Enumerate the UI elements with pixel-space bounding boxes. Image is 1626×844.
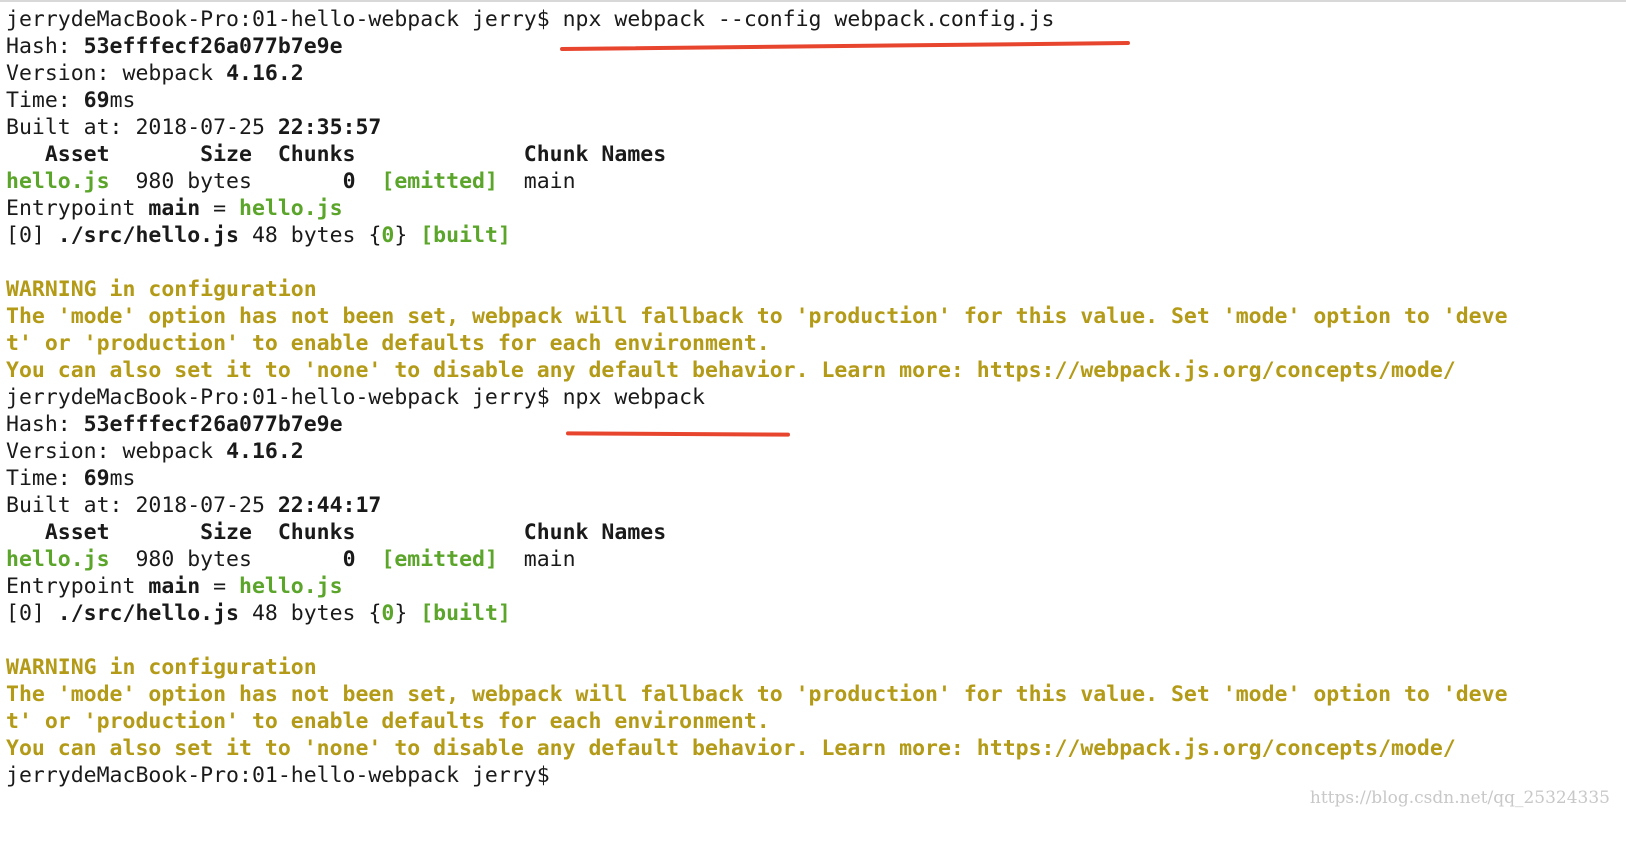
- entrypoint-line: Entrypoint main = hello.js: [6, 573, 1626, 600]
- built-at-label: Built at: 2018-07-25: [6, 493, 278, 518]
- built-at-line: Built at: 2018-07-25 22:35:57: [6, 114, 1626, 141]
- built-at-label: Built at: 2018-07-25: [6, 115, 278, 140]
- built-at-time: 22:44:17: [277, 493, 382, 518]
- time-value: 69: [83, 88, 110, 113]
- entrypoint-main: main: [148, 196, 201, 221]
- shell-prompt: jerrydeMacBook-Pro:01-hello-webpack jerr…: [6, 385, 550, 410]
- time-line: Time: 69ms: [6, 465, 1626, 492]
- entrypoint-file: hello.js: [239, 196, 343, 221]
- warning-text-1: The 'mode' option has not been set, webp…: [6, 304, 1508, 329]
- built-at-time: 22:35:57: [277, 115, 382, 140]
- time-value: 69: [83, 466, 110, 491]
- entrypoint-main: main: [148, 574, 201, 599]
- module-chunk: 0: [381, 601, 395, 626]
- asset-table-header: Asset Size Chunks Chunk Names: [6, 142, 667, 167]
- hash-value: 53efffecf26a077b7e9e: [83, 34, 343, 59]
- asset-name: hello.js: [6, 169, 110, 194]
- warning-text-2: t' or 'production' to enable defaults fo…: [6, 331, 770, 356]
- module-close: }: [394, 601, 421, 626]
- command-line-2: jerrydeMacBook-Pro:01-hello-webpack jerr…: [6, 384, 1626, 411]
- asset-table-header: Asset Size Chunks Chunk Names: [6, 520, 667, 545]
- module-size: 48 bytes {: [239, 601, 382, 626]
- asset-chunk: 0: [342, 547, 356, 572]
- command-text: npx webpack --config webpack.config.js: [549, 7, 1055, 32]
- module-line: [0] ./src/hello.js 48 bytes {0} [built]: [6, 222, 1626, 249]
- command-line-1: jerrydeMacBook-Pro:01-hello-webpack jerr…: [6, 6, 1626, 33]
- module-path: ./src/hello.js: [57, 601, 239, 626]
- warning-text-1: The 'mode' option has not been set, webp…: [6, 682, 1508, 707]
- version-line: Version: webpack 4.16.2: [6, 438, 1626, 465]
- entrypoint-line: Entrypoint main = hello.js: [6, 195, 1626, 222]
- hash-label: Hash:: [6, 412, 84, 437]
- watermark-text: https://blog.csdn.net/qq_25324335: [1309, 788, 1610, 808]
- time-line: Time: 69ms: [6, 87, 1626, 114]
- command-line-3[interactable]: jerrydeMacBook-Pro:01-hello-webpack jerr…: [6, 762, 1626, 789]
- warning-text-3: You can also set it to 'none' to disable…: [6, 736, 1456, 761]
- entrypoint-equals: =: [200, 196, 240, 221]
- hash-value: 53efffecf26a077b7e9e: [83, 412, 343, 437]
- time-label: Time:: [6, 88, 84, 113]
- module-close: }: [394, 223, 421, 248]
- time-unit: ms: [109, 466, 136, 491]
- entrypoint-equals: =: [200, 574, 240, 599]
- warning-text-3: You can also set it to 'none' to disable…: [6, 358, 1456, 383]
- module-size: 48 bytes {: [239, 223, 382, 248]
- window-top-border: [0, 0, 1626, 2]
- command-text: npx webpack: [549, 385, 705, 410]
- asset-table-row: hello.js 980 bytes 0 [emitted] main: [6, 168, 1626, 195]
- asset-name: hello.js: [6, 547, 110, 572]
- chunk-name: main: [523, 547, 576, 572]
- warning-title: WARNING in configuration: [6, 277, 317, 302]
- entrypoint-label: Entrypoint: [6, 574, 149, 599]
- entrypoint-label: Entrypoint: [6, 196, 149, 221]
- module-line: [0] ./src/hello.js 48 bytes {0} [built]: [6, 600, 1626, 627]
- built-tag: [built]: [420, 601, 511, 626]
- time-label: Time:: [6, 466, 84, 491]
- emitted-tag: [emitted]: [381, 169, 498, 194]
- module-index: [0]: [6, 601, 58, 626]
- warning-text-2: t' or 'production' to enable defaults fo…: [6, 709, 770, 734]
- module-index: [0]: [6, 223, 58, 248]
- asset-table-row: hello.js 980 bytes 0 [emitted] main: [6, 546, 1626, 573]
- version-label: Version: webpack: [6, 61, 227, 86]
- hash-line: Hash: 53efffecf26a077b7e9e: [6, 411, 1626, 438]
- version-value: 4.16.2: [226, 439, 304, 464]
- module-path: ./src/hello.js: [57, 223, 239, 248]
- shell-prompt: jerrydeMacBook-Pro:01-hello-webpack jerr…: [6, 763, 550, 788]
- hash-label: Hash:: [6, 34, 84, 59]
- built-tag: [built]: [420, 223, 511, 248]
- terminal-output[interactable]: jerrydeMacBook-Pro:01-hello-webpack jerr…: [6, 6, 1626, 789]
- chunk-name: main: [523, 169, 576, 194]
- shell-prompt: jerrydeMacBook-Pro:01-hello-webpack jerr…: [6, 7, 550, 32]
- entrypoint-file: hello.js: [239, 574, 343, 599]
- version-value: 4.16.2: [226, 61, 304, 86]
- emitted-tag: [emitted]: [381, 547, 498, 572]
- module-chunk: 0: [381, 223, 395, 248]
- time-unit: ms: [109, 88, 136, 113]
- built-at-line: Built at: 2018-07-25 22:44:17: [6, 492, 1626, 519]
- warning-title: WARNING in configuration: [6, 655, 317, 680]
- version-label: Version: webpack: [6, 439, 227, 464]
- asset-size: 980 bytes: [109, 169, 343, 194]
- version-line: Version: webpack 4.16.2: [6, 60, 1626, 87]
- asset-chunk: 0: [342, 169, 356, 194]
- asset-size: 980 bytes: [109, 547, 343, 572]
